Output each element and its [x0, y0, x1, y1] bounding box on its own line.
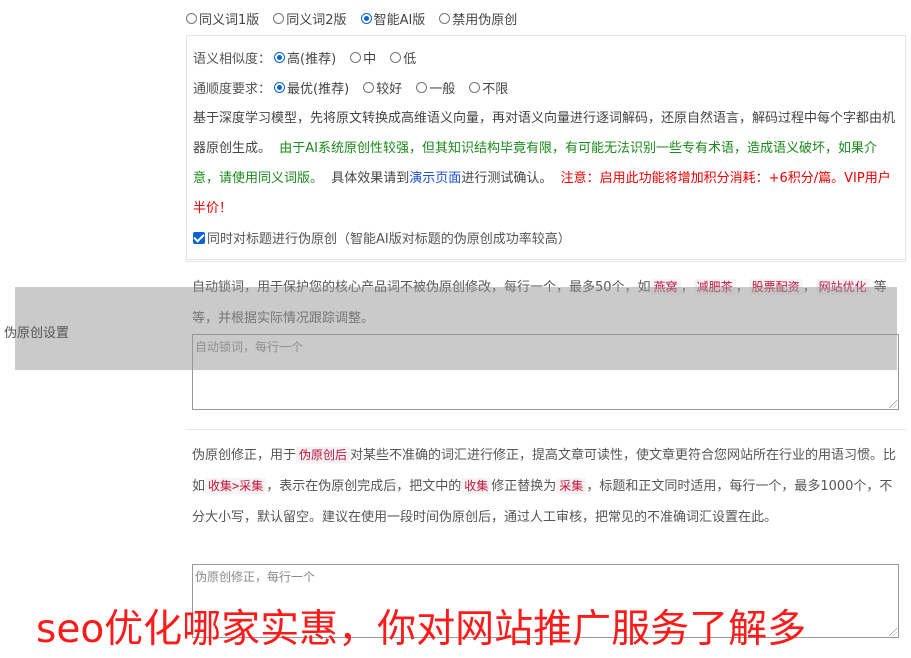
test-prefix-text: 具体效果请到 [331, 171, 410, 186]
title-rewrite-label: 同时对标题进行伪原创（智能AI版对标题的伪原创成功率较高） [207, 232, 571, 247]
radio-icon[interactable] [390, 52, 402, 63]
correction-placeholder: 伪原创修正，每行一个 [195, 570, 316, 584]
fluency-row: 通顺度要求： 最优(推荐) 较好 一般 不限 [193, 78, 522, 97]
radio-icon[interactable] [469, 82, 481, 93]
radio-icon[interactable] [439, 13, 451, 24]
resize-handle-icon[interactable] [889, 400, 897, 408]
radio-checked-icon[interactable] [274, 82, 286, 93]
similarity-label: 语义相似度： [193, 52, 272, 67]
fluency-option-best[interactable]: 最优(推荐) [274, 78, 349, 97]
version-option-synonym1[interactable]: 同义词1版 [186, 9, 259, 28]
fluency-option-normal[interactable]: 一般 [416, 78, 455, 97]
correction-tag: 伪原创后 [296, 447, 351, 463]
radio-icon[interactable] [416, 82, 428, 93]
similarity-option-mid[interactable]: 中 [350, 48, 376, 67]
radio-icon[interactable] [186, 13, 197, 24]
version-option-ai[interactable]: 智能AI版 [360, 9, 425, 28]
title-rewrite-checkbox[interactable]: 同时对标题进行伪原创（智能AI版对标题的伪原创成功率较高） [193, 228, 571, 247]
fluency-label: 通顺度要求： [193, 82, 272, 97]
checkbox-checked-icon[interactable] [193, 231, 205, 244]
resize-handle-icon[interactable] [889, 628, 897, 636]
fluency-option-any[interactable]: 不限 [469, 78, 508, 97]
correction-tag: 收集 [461, 478, 492, 494]
correction-tag: 采集 [556, 478, 587, 494]
divider [186, 261, 906, 262]
radio-icon[interactable] [363, 82, 375, 93]
ai-settings-panel: 语义相似度： 高(推荐) 中 低 通顺度要求： 最优(推荐) 较好 一般 不限 … [186, 35, 906, 260]
banner-text: seo优化哪家实惠，你对网站推广服务了解多 [36, 607, 807, 652]
ai-description: 基于深度学习模型，先将原文转换成高维语义向量，再对语义向量进行逐词解码，还原自然… [193, 104, 899, 224]
fluency-option-good[interactable]: 较好 [363, 78, 402, 97]
correction-tag: 收集>采集 [205, 478, 267, 494]
correction-description: 伪原创修正，用于 伪原创后 对某些不准确的词汇进行修正，提高文章可读性，使文章更符合… [192, 447, 897, 525]
demo-page-link[interactable]: 演示页面 [409, 171, 461, 186]
similarity-option-low[interactable]: 低 [390, 48, 416, 67]
divider [186, 429, 906, 430]
row-label: 伪原创设置 [4, 326, 70, 341]
radio-checked-icon[interactable] [360, 13, 372, 24]
version-radio-group: 同义词1版 同义词2版 智能AI版 禁用伪原创 [186, 9, 531, 28]
similarity-option-high[interactable]: 高(推荐) [274, 48, 336, 67]
radio-checked-icon[interactable] [274, 52, 286, 63]
version-option-synonym2[interactable]: 同义词2版 [273, 9, 347, 28]
version-option-disable[interactable]: 禁用伪原创 [439, 9, 517, 28]
gray-overlay [15, 287, 897, 370]
radio-icon[interactable] [273, 13, 285, 24]
similarity-row: 语义相似度： 高(推荐) 中 低 [193, 48, 430, 67]
test-suffix-text: 进行测试确认。 [461, 171, 553, 186]
radio-icon[interactable] [350, 52, 362, 63]
